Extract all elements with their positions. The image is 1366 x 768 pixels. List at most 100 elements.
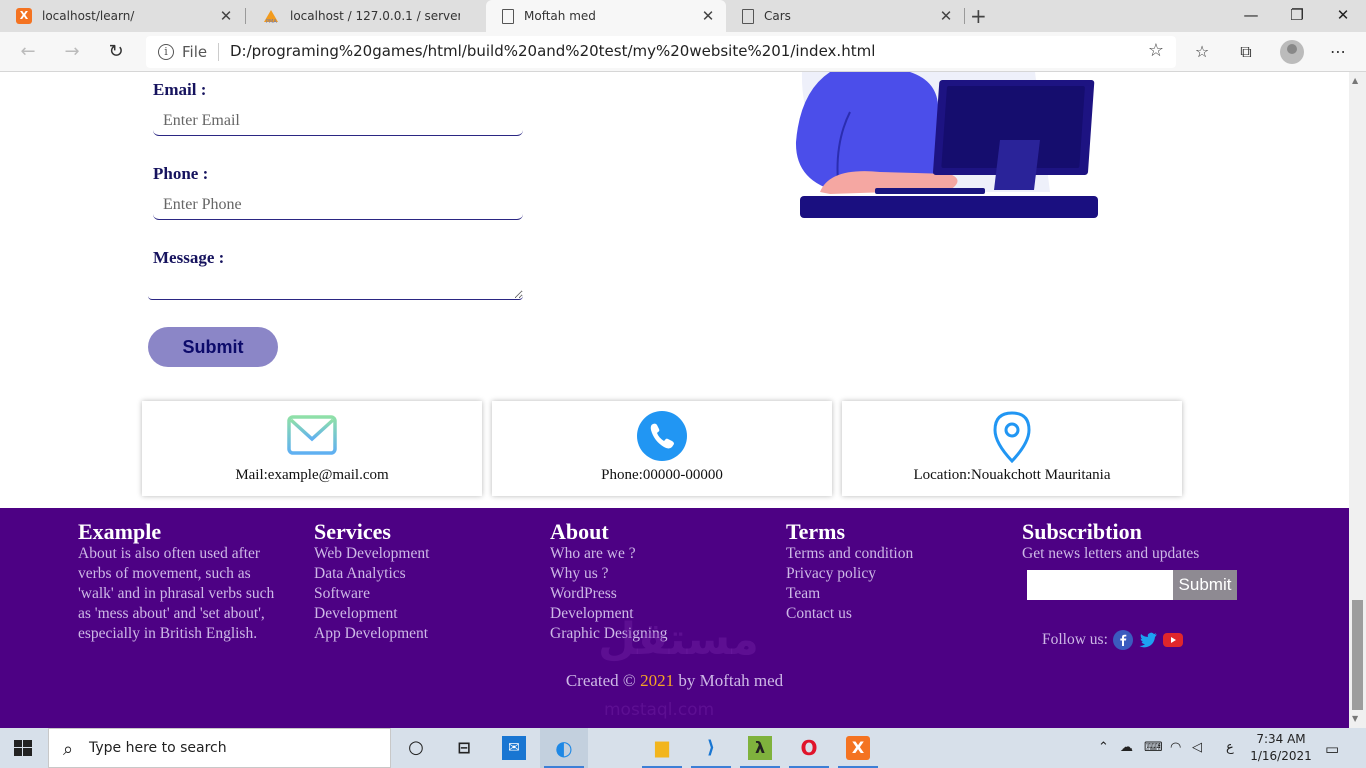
credit-year: 2021: [640, 671, 675, 690]
search-placeholder: Type here to search: [89, 740, 227, 756]
input-language-indicator[interactable]: ع: [1226, 740, 1234, 755]
forward-arrow-icon[interactable]: →: [60, 40, 84, 64]
xampp-icon[interactable]: X: [834, 728, 882, 768]
footer-link-why-us[interactable]: Why us ?: [550, 564, 770, 584]
profile-avatar-icon[interactable]: [1280, 40, 1304, 64]
email-field[interactable]: [153, 106, 523, 136]
footer-terms-column: Terms Terms and condition Privacy policy…: [786, 520, 1006, 624]
credit-prefix: Created ©: [565, 671, 641, 690]
message-field[interactable]: [148, 281, 523, 300]
task-view-icon[interactable]: ⊟: [440, 728, 488, 768]
close-icon[interactable]: ✕: [938, 7, 954, 25]
footer-link-who-are-we[interactable]: Who are we ?: [550, 544, 770, 564]
copyright-credit: Created © 2021 by Moftah med: [0, 671, 1349, 691]
footer-subscription-title: Subscribtion: [1022, 519, 1142, 544]
browser-tab-bar: X localhost/learn/ ✕ PMA localhost / 127…: [0, 0, 1366, 32]
location-card: Location:Nouakchott Mauritania: [842, 401, 1182, 496]
location-text: Location:Nouakchott Mauritania: [913, 467, 1111, 483]
lambda-app-icon[interactable]: λ: [736, 728, 784, 768]
windows-start-icon[interactable]: [14, 740, 32, 756]
footer-link-web-development[interactable]: Web Development: [314, 544, 534, 564]
divider: [218, 43, 219, 61]
mostaql-watermark-url: mostaql.com: [604, 700, 715, 720]
star-icon[interactable]: ☆: [1148, 40, 1164, 61]
tab-title: localhost/learn/: [42, 9, 135, 23]
scheme-label: File: [182, 43, 208, 61]
mail-icon: [287, 411, 337, 461]
search-icon: ⌕: [63, 739, 74, 760]
cortana-icon[interactable]: ○: [392, 728, 440, 768]
minimize-button[interactable]: —: [1228, 0, 1274, 32]
more-menu-icon[interactable]: ⋯: [1326, 40, 1350, 64]
footer-link-privacy[interactable]: Privacy policy: [786, 564, 1006, 584]
system-clock[interactable]: 7:34 AM 1/16/2021: [1250, 731, 1312, 765]
phone-text: Phone:00000-00000: [601, 467, 723, 483]
refresh-icon[interactable]: ↻: [104, 40, 128, 64]
tab-cars[interactable]: Cars ✕: [726, 0, 964, 32]
mail-text: Mail:example@mail.com: [235, 467, 389, 483]
volume-icon[interactable]: ◁: [1192, 740, 1202, 755]
chevron-up-icon[interactable]: ⌃: [1098, 740, 1109, 755]
subscribe-button[interactable]: Submit: [1173, 570, 1237, 600]
footer-subscription-text: Get news letters and updates: [1022, 545, 1200, 562]
url-text[interactable]: D:/programing%20games/html/build%20and%2…: [230, 42, 875, 60]
clock-time: 7:34 AM: [1256, 732, 1306, 746]
wifi-icon[interactable]: ◠: [1170, 740, 1181, 755]
tab-title: Moftah med: [524, 9, 596, 23]
footer-link-contact[interactable]: Contact us: [786, 604, 1006, 624]
vscode-icon[interactable]: ⟩: [687, 728, 735, 768]
footer-link-software-development[interactable]: Software Development: [314, 584, 414, 624]
close-window-button[interactable]: ✕: [1320, 0, 1366, 32]
keyboard-icon[interactable]: ⌨: [1144, 740, 1163, 755]
back-arrow-icon[interactable]: ←: [16, 40, 40, 64]
footer-link-team[interactable]: Team: [786, 584, 1006, 604]
follow-us-label: Follow us:: [1042, 631, 1108, 648]
scrollbar-thumb[interactable]: [1352, 600, 1363, 710]
notification-icon[interactable]: ▭: [1325, 740, 1339, 758]
location-pin-icon: [987, 411, 1037, 464]
footer-services-title: Services: [314, 519, 391, 544]
tab-phpmyadmin[interactable]: PMA localhost / 127.0.0.1 / server / inf…: [246, 0, 486, 32]
footer-subscription-column: Subscribtion Get news letters and update…: [1022, 520, 1242, 564]
youtube-icon[interactable]: [1162, 630, 1183, 650]
page-scrollbar[interactable]: ▲ ▼: [1349, 72, 1366, 728]
tab-moftah-med[interactable]: Moftah med ✕: [486, 0, 726, 32]
taskbar-search-box[interactable]: ⌕ Type here to search: [48, 728, 391, 768]
browser-toolbar: ← → ↻ i File D:/programing%20games/html/…: [0, 32, 1366, 72]
close-icon[interactable]: ✕: [218, 7, 234, 25]
footer-link-app-development[interactable]: App Development: [314, 624, 534, 644]
favorites-list-icon[interactable]: ☆: [1190, 40, 1214, 64]
restore-button[interactable]: ❐: [1274, 0, 1320, 32]
phone-label: Phone :: [153, 164, 209, 183]
subscribe-email-input[interactable]: [1027, 570, 1174, 600]
scroll-down-arrow-icon[interactable]: ▼: [1352, 714, 1358, 723]
address-bar[interactable]: i File D:/programing%20games/html/build%…: [146, 36, 1176, 68]
file-explorer-icon[interactable]: ▆: [638, 728, 686, 768]
submit-button[interactable]: Submit: [148, 327, 278, 367]
phone-field[interactable]: [153, 190, 523, 220]
xampp-icon: X: [16, 8, 32, 24]
mostaql-watermark-logo: مستقل: [598, 614, 759, 665]
footer-example-column: Example About is also often used after v…: [78, 520, 298, 644]
scroll-up-arrow-icon[interactable]: ▲: [1352, 76, 1358, 85]
footer-link-data-analytics[interactable]: Data Analytics: [314, 564, 534, 584]
footer-example-text: About is also often used after verbs of …: [78, 545, 275, 642]
facebook-icon[interactable]: [1112, 630, 1133, 650]
tab-localhost-learn[interactable]: X localhost/learn/ ✕: [0, 0, 244, 32]
edge-icon[interactable]: ◐: [540, 728, 588, 768]
info-icon[interactable]: i: [158, 44, 174, 60]
twitter-icon[interactable]: [1138, 630, 1158, 650]
opera-icon[interactable]: O: [785, 728, 833, 768]
collections-icon[interactable]: ⧉: [1234, 40, 1258, 64]
mail-icon[interactable]: ✉: [490, 728, 538, 768]
windows-taskbar: ⌕ Type here to search ○ ⊟ ✉ ◐ ▆ ⟩ λ O X …: [0, 728, 1366, 768]
footer-services-column: Services Web Development Data Analytics …: [314, 520, 534, 644]
close-icon[interactable]: ✕: [700, 7, 716, 25]
phone-card: Phone:00000-00000: [492, 401, 832, 496]
footer-link-terms[interactable]: Terms and condition: [786, 544, 1006, 564]
phpmyadmin-icon: PMA: [262, 8, 280, 25]
new-tab-button[interactable]: +: [970, 4, 987, 28]
email-label: Email :: [153, 80, 207, 99]
onedrive-icon[interactable]: ☁: [1120, 740, 1133, 755]
phone-icon: [637, 411, 687, 461]
